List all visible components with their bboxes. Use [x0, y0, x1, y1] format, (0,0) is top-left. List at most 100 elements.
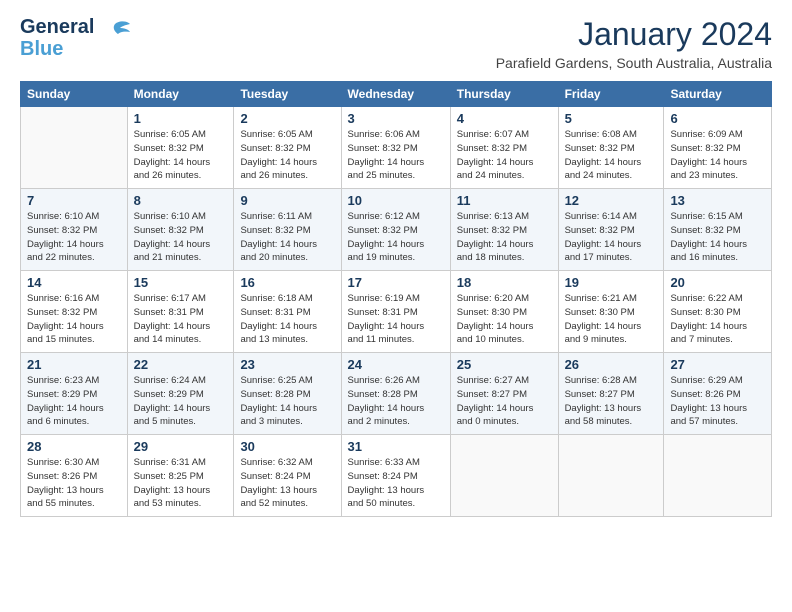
day-number: 6 — [670, 111, 765, 126]
day-number: 20 — [670, 275, 765, 290]
day-number: 28 — [27, 439, 121, 454]
location: Parafield Gardens, South Australia, Aust… — [496, 55, 772, 71]
header-row: Sunday Monday Tuesday Wednesday Thursday… — [21, 82, 772, 107]
day-info: Sunrise: 6:08 AMSunset: 8:32 PMDaylight:… — [565, 128, 658, 183]
day-number: 19 — [565, 275, 658, 290]
table-row: 20 Sunrise: 6:22 AMSunset: 8:30 PMDayligh… — [664, 271, 772, 353]
col-saturday: Saturday — [664, 82, 772, 107]
logo: General Blue — [20, 16, 130, 60]
table-row: 19Sunrise: 6:21 AMSunset: 8:30 PMDayligh… — [558, 271, 664, 353]
logo-general: General — [20, 16, 94, 38]
day-number: 16 — [240, 275, 334, 290]
day-info: Sunrise: 6:26 AMSunset: 8:28 PMDaylight:… — [348, 374, 444, 429]
day-info: Sunrise: 6:10 AMSunset: 8:32 PMDaylight:… — [134, 210, 228, 265]
table-row: 15 Sunrise: 6:17 AMSunset: 8:31 PMDayligh… — [127, 271, 234, 353]
col-tuesday: Tuesday — [234, 82, 341, 107]
week-row-2: 14 Sunrise: 6:16 AMSunset: 8:32 PMDayligh… — [21, 271, 772, 353]
table-row: 24 Sunrise: 6:26 AMSunset: 8:28 PMDayligh… — [341, 353, 450, 435]
day-info: Sunrise: 6:05 AMSunset: 8:32 PMDaylight:… — [134, 128, 228, 183]
table-row — [664, 435, 772, 517]
day-number: 15 — [134, 275, 228, 290]
title-section: January 2024 Parafield Gardens, South Au… — [496, 16, 772, 71]
day-number: 2 — [240, 111, 334, 126]
day-info: Sunrise: 6:28 AMSunset: 8:27 PMDaylight:… — [565, 374, 658, 429]
header: General Blue January 2024 Parafield Gard… — [20, 16, 772, 71]
table-row: 29 Sunrise: 6:31 AMSunset: 8:25 PMDayligh… — [127, 435, 234, 517]
day-info: Sunrise: 6:20 AMSunset: 8:30 PMDaylight:… — [457, 292, 552, 347]
day-number: 7 — [27, 193, 121, 208]
table-row: 25 Sunrise: 6:27 AMSunset: 8:27 PMDayligh… — [450, 353, 558, 435]
table-row — [450, 435, 558, 517]
logo-bird-icon — [100, 20, 130, 53]
day-info: Sunrise: 6:23 AMSunset: 8:29 PMDaylight:… — [27, 374, 121, 429]
day-info: Sunrise: 6:07 AMSunset: 8:32 PMDaylight:… — [457, 128, 552, 183]
calendar-page: General Blue January 2024 Parafield Gard… — [0, 0, 792, 612]
logo-blue: Blue — [20, 38, 94, 60]
table-row: 11Sunrise: 6:13 AMSunset: 8:32 PMDayligh… — [450, 189, 558, 271]
day-number: 9 — [240, 193, 334, 208]
month-title: January 2024 — [496, 16, 772, 53]
day-info: Sunrise: 6:33 AMSunset: 8:24 PMDaylight:… — [348, 456, 444, 511]
table-row: 7 Sunrise: 6:10 AMSunset: 8:32 PMDaylight… — [21, 189, 128, 271]
table-row: 10Sunrise: 6:12 AMSunset: 8:32 PMDayligh… — [341, 189, 450, 271]
table-row: 13 Sunrise: 6:15 AMSunset: 8:32 PMDayligh… — [664, 189, 772, 271]
table-row: 1 Sunrise: 6:05 AMSunset: 8:32 PMDaylight… — [127, 107, 234, 189]
day-info: Sunrise: 6:27 AMSunset: 8:27 PMDaylight:… — [457, 374, 552, 429]
day-number: 25 — [457, 357, 552, 372]
table-row: 31 Sunrise: 6:33 AMSunset: 8:24 PMDayligh… — [341, 435, 450, 517]
day-info: Sunrise: 6:16 AMSunset: 8:32 PMDaylight:… — [27, 292, 121, 347]
col-wednesday: Wednesday — [341, 82, 450, 107]
day-info: Sunrise: 6:22 AMSunset: 8:30 PMDaylight:… — [670, 292, 765, 347]
day-number: 8 — [134, 193, 228, 208]
day-number: 29 — [134, 439, 228, 454]
logo-text: General Blue — [20, 16, 94, 60]
table-row: 23 Sunrise: 6:25 AMSunset: 8:28 PMDayligh… — [234, 353, 341, 435]
day-info: Sunrise: 6:10 AMSunset: 8:32 PMDaylight:… — [27, 210, 121, 265]
day-number: 30 — [240, 439, 334, 454]
day-info: Sunrise: 6:12 AMSunset: 8:32 PMDaylight:… — [348, 210, 444, 265]
day-info: Sunrise: 6:32 AMSunset: 8:24 PMDaylight:… — [240, 456, 334, 511]
table-row: 2 Sunrise: 6:05 AMSunset: 8:32 PMDaylight… — [234, 107, 341, 189]
day-info: Sunrise: 6:25 AMSunset: 8:28 PMDaylight:… — [240, 374, 334, 429]
table-row — [558, 435, 664, 517]
table-row: 9 Sunrise: 6:11 AMSunset: 8:32 PMDaylight… — [234, 189, 341, 271]
day-info: Sunrise: 6:05 AMSunset: 8:32 PMDaylight:… — [240, 128, 334, 183]
table-row: 5Sunrise: 6:08 AMSunset: 8:32 PMDaylight… — [558, 107, 664, 189]
day-info: Sunrise: 6:09 AMSunset: 8:32 PMDaylight:… — [670, 128, 765, 183]
table-row: 14 Sunrise: 6:16 AMSunset: 8:32 PMDayligh… — [21, 271, 128, 353]
day-info: Sunrise: 6:11 AMSunset: 8:32 PMDaylight:… — [240, 210, 334, 265]
col-thursday: Thursday — [450, 82, 558, 107]
day-info: Sunrise: 6:31 AMSunset: 8:25 PMDaylight:… — [134, 456, 228, 511]
day-number: 24 — [348, 357, 444, 372]
col-friday: Friday — [558, 82, 664, 107]
day-number: 23 — [240, 357, 334, 372]
table-row: 17Sunrise: 6:19 AMSunset: 8:31 PMDayligh… — [341, 271, 450, 353]
week-row-0: 1 Sunrise: 6:05 AMSunset: 8:32 PMDaylight… — [21, 107, 772, 189]
table-row: 27Sunrise: 6:29 AMSunset: 8:26 PMDayligh… — [664, 353, 772, 435]
day-number: 14 — [27, 275, 121, 290]
table-row: 12Sunrise: 6:14 AMSunset: 8:32 PMDayligh… — [558, 189, 664, 271]
day-number: 3 — [348, 111, 444, 126]
day-number: 31 — [348, 439, 444, 454]
day-info: Sunrise: 6:24 AMSunset: 8:29 PMDaylight:… — [134, 374, 228, 429]
day-number: 4 — [457, 111, 552, 126]
table-row: 22 Sunrise: 6:24 AMSunset: 8:29 PMDayligh… — [127, 353, 234, 435]
day-info: Sunrise: 6:17 AMSunset: 8:31 PMDaylight:… — [134, 292, 228, 347]
table-row: 18Sunrise: 6:20 AMSunset: 8:30 PMDayligh… — [450, 271, 558, 353]
table-row: 3Sunrise: 6:06 AMSunset: 8:32 PMDaylight… — [341, 107, 450, 189]
week-row-1: 7 Sunrise: 6:10 AMSunset: 8:32 PMDaylight… — [21, 189, 772, 271]
day-number: 13 — [670, 193, 765, 208]
table-row: 21 Sunrise: 6:23 AMSunset: 8:29 PMDayligh… — [21, 353, 128, 435]
col-sunday: Sunday — [21, 82, 128, 107]
day-info: Sunrise: 6:14 AMSunset: 8:32 PMDaylight:… — [565, 210, 658, 265]
table-row: 8 Sunrise: 6:10 AMSunset: 8:32 PMDaylight… — [127, 189, 234, 271]
week-row-4: 28Sunrise: 6:30 AMSunset: 8:26 PMDayligh… — [21, 435, 772, 517]
day-info: Sunrise: 6:29 AMSunset: 8:26 PMDaylight:… — [670, 374, 765, 429]
day-info: Sunrise: 6:15 AMSunset: 8:32 PMDaylight:… — [670, 210, 765, 265]
table-row: 6 Sunrise: 6:09 AMSunset: 8:32 PMDaylight… — [664, 107, 772, 189]
day-number: 1 — [134, 111, 228, 126]
week-row-3: 21 Sunrise: 6:23 AMSunset: 8:29 PMDayligh… — [21, 353, 772, 435]
day-number: 22 — [134, 357, 228, 372]
day-number: 21 — [27, 357, 121, 372]
table-row: 30 Sunrise: 6:32 AMSunset: 8:24 PMDayligh… — [234, 435, 341, 517]
